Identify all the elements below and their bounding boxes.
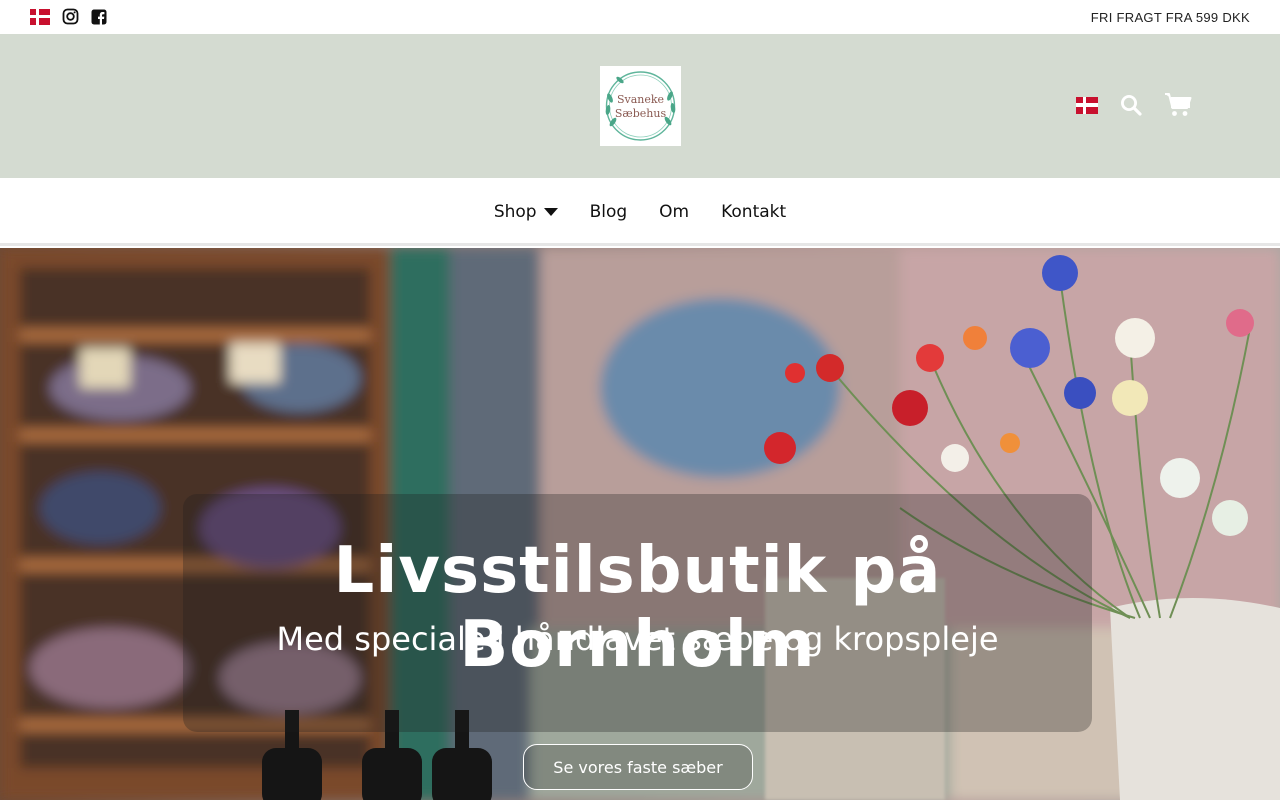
hero-banner: Livsstilsbutik på Bornholm Med speciale … xyxy=(0,248,1280,800)
search-icon[interactable] xyxy=(1120,94,1142,116)
site-header: Svaneke Sæbehus xyxy=(0,34,1280,178)
instagram-icon[interactable] xyxy=(62,8,79,25)
cart-icon[interactable] xyxy=(1164,92,1192,118)
shipping-notice: FRI FRAGT FRA 599 DKK xyxy=(1090,10,1250,25)
logo-wreath xyxy=(605,71,676,141)
nav-item-kontakt[interactable]: Kontakt xyxy=(721,202,786,222)
hero-subtitle: Med speciale i håndlavet sæbe og kropspl… xyxy=(276,620,999,658)
danish-flag-icon[interactable] xyxy=(30,8,50,25)
logo-text-line1: Svaneke xyxy=(616,93,665,106)
nav-item-om[interactable]: Om xyxy=(659,202,689,222)
nav-item-label: Om xyxy=(659,202,690,222)
nav-list: Shop Blog Om Kontakt xyxy=(0,202,1280,222)
top-bar-left xyxy=(30,8,107,25)
site-logo[interactable]: Svaneke Sæbehus xyxy=(600,66,681,146)
top-bar: FRI FRAGT FRA 599 DKK xyxy=(0,0,1280,34)
nav-item-label: Blog xyxy=(589,202,628,222)
caret-down-icon xyxy=(543,207,558,217)
header-icons xyxy=(1076,92,1192,118)
danish-flag-icon[interactable] xyxy=(1076,96,1098,114)
facebook-icon[interactable] xyxy=(91,9,107,25)
hero-title: Livsstilsbutik på Bornholm xyxy=(333,534,942,682)
main-navigation: Shop Blog Om Kontakt xyxy=(0,178,1280,246)
cta-button[interactable]: Se vores faste sæber xyxy=(523,744,753,790)
nav-item-label: Kontakt xyxy=(721,202,787,222)
nav-item-shop[interactable]: Shop xyxy=(494,202,558,222)
logo-text-line2: Sæbehus xyxy=(614,107,667,120)
nav-item-blog[interactable]: Blog xyxy=(590,202,628,222)
nav-item-label: Shop xyxy=(493,202,537,222)
